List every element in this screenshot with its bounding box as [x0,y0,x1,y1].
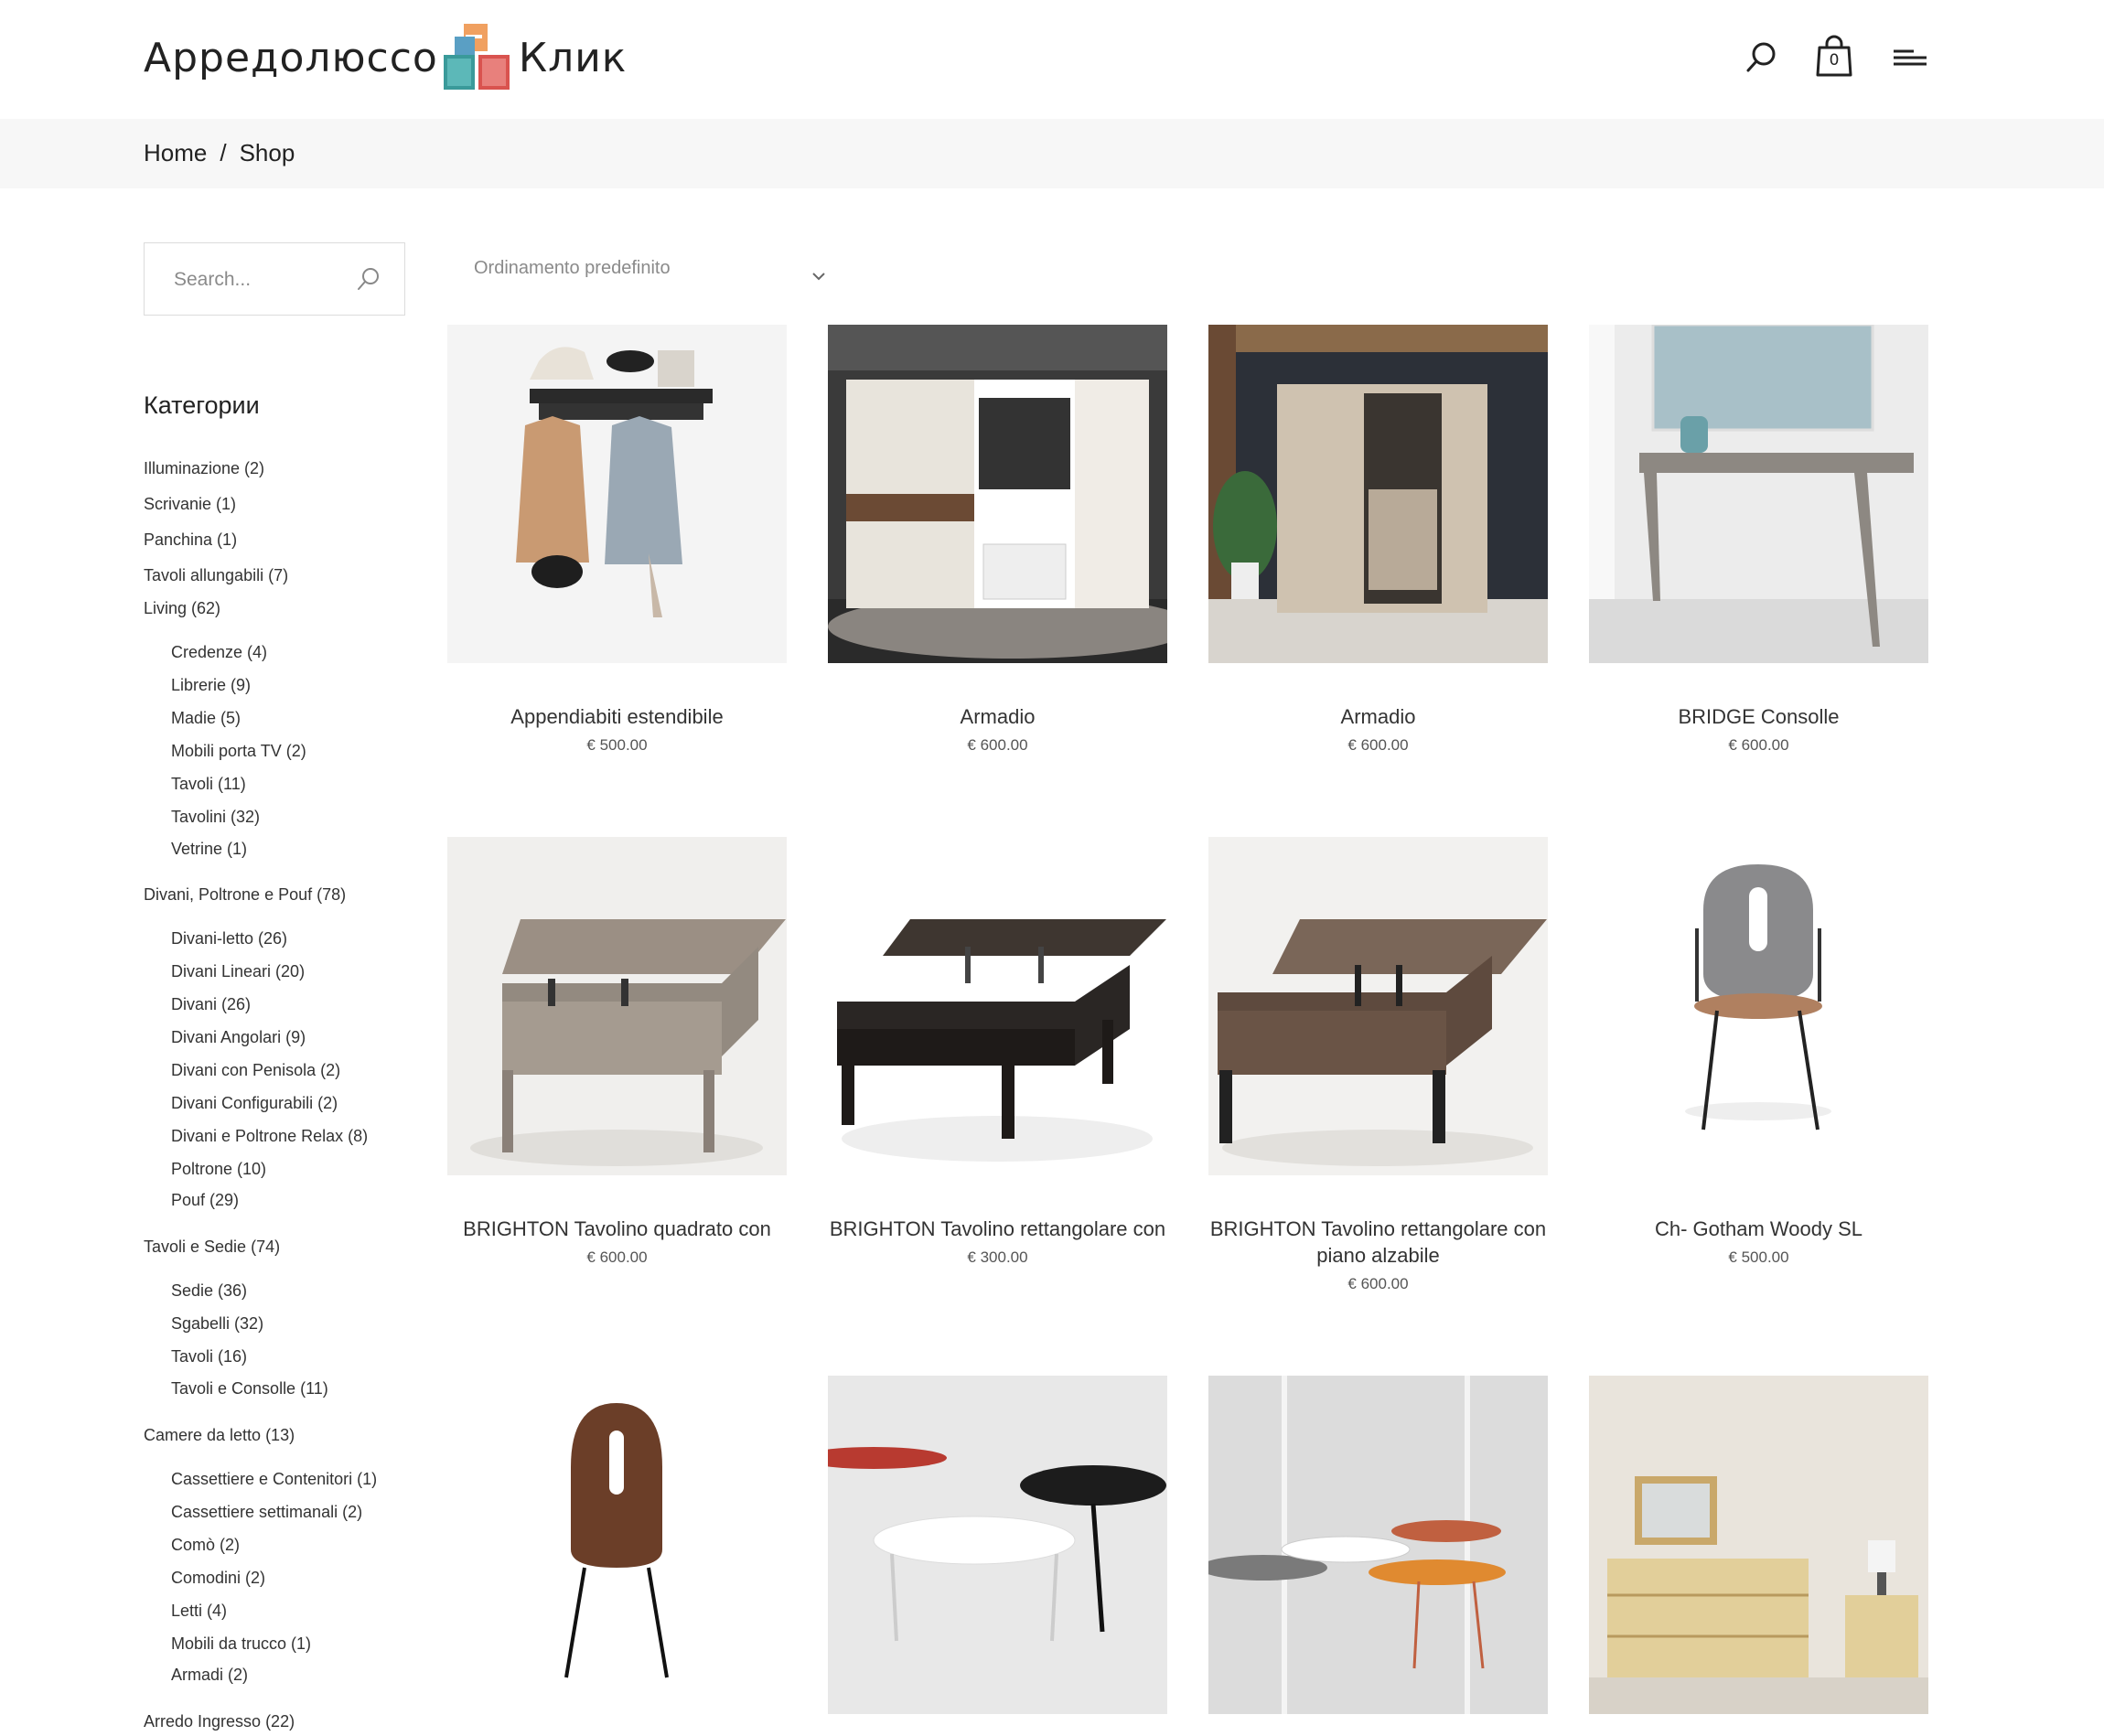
category-link[interactable]: Panchina (1) [144,530,237,550]
subcategory-link[interactable]: Divani e Poltrone Relax (8) [171,1127,368,1146]
subcategory-link[interactable]: Librerie (9) [171,676,251,695]
product-image[interactable] [1208,325,1548,663]
product-image[interactable] [828,837,1167,1175]
product-image[interactable] [828,325,1167,663]
subcategory-link[interactable]: Vetrine (1) [171,840,247,859]
subcategory-link[interactable]: Divani-letto (26) [171,929,287,948]
product-image[interactable] [447,837,787,1175]
categories-title: Категории [144,391,260,419]
product-title[interactable]: BRIDGE Consolle [1589,703,1928,730]
subcategory-link[interactable]: Divani Lineari (20) [171,962,305,981]
subcategory-link[interactable]: Comodini (2) [171,1569,265,1588]
product-card [1208,1376,1548,1714]
logo-text-right: Клик [518,34,628,81]
subcategory-link[interactable]: Poltrone (10) [171,1160,266,1179]
product-price: € 600.00 [967,736,1028,754]
breadcrumb-current: Shop [239,139,295,166]
product-search-form [144,242,405,316]
category-link[interactable]: Camere da letto (13) [144,1426,295,1445]
product-card [828,1376,1167,1714]
site-logo[interactable]: Арредолюссо Клик [144,20,627,95]
product-card: BRIDGE Consolle € 600.00 [1589,325,1928,755]
subcategory-link[interactable]: Divani con Penisola (2) [171,1061,340,1080]
product-card: Armadio € 600.00 [828,325,1167,755]
product-price: € 300.00 [967,1248,1028,1266]
breadcrumb-separator: / [220,139,227,166]
subcategory-link[interactable]: Madie (5) [171,709,241,728]
product-title[interactable]: BRIGHTON Tavolino rettangolare con piano… [1208,1216,1548,1269]
chevron-down-icon [811,265,826,286]
subcategory-link[interactable]: Divani Angolari (9) [171,1028,306,1047]
subcategory-link[interactable]: Cassettiere e Contenitori (1) [171,1470,377,1489]
logo-blocks-icon [442,22,511,93]
cart-count: 0 [1829,51,1840,70]
subcategory-link[interactable]: Tavoli (11) [171,775,246,794]
subcategory-link[interactable]: Sgabelli (32) [171,1314,263,1334]
product-card: Appendiabiti estendibile € 500.00 [447,325,787,755]
product-image[interactable] [1589,1376,1928,1714]
subcategory-link[interactable]: Divani Configurabili (2) [171,1094,338,1113]
subcategory-link[interactable]: Comò (2) [171,1536,240,1555]
product-image[interactable] [1589,325,1928,663]
subcategory-link[interactable]: Letti (4) [171,1602,227,1621]
product-image[interactable] [1208,837,1548,1175]
breadcrumb-home-link[interactable]: Home [144,139,207,167]
product-title[interactable]: Ch- Gotham Woody SL [1589,1216,1928,1242]
menu-icon[interactable] [1892,48,1928,90]
product-card: Armadio € 600.00 [1208,325,1548,755]
product-card [1589,1376,1928,1714]
product-card: Ch- Gotham Woody SL € 500.00 [1589,837,1928,1267]
site-header: Арредолюссо Клик 0 [0,0,2104,119]
subcategory-link[interactable]: Sedie (36) [171,1281,247,1301]
sort-select[interactable]: Ordinamento predefinito [474,258,826,285]
subcategory-link[interactable]: Armadi (2) [171,1666,248,1685]
product-image[interactable] [828,1376,1167,1714]
product-title[interactable]: Armadio [828,703,1167,730]
cart-icon[interactable]: 0 [1816,35,1852,77]
product-price: € 600.00 [1347,1275,1409,1292]
logo-text-left: Арредолюссо [144,34,438,81]
category-link[interactable]: Divani, Poltrone e Pouf (78) [144,885,346,905]
search-submit-icon[interactable] [355,265,382,293]
product-title[interactable]: BRIGHTON Tavolino quadrato con [447,1216,787,1242]
category-link[interactable]: Scrivanie (1) [144,495,236,514]
product-price: € 600.00 [1347,736,1409,754]
subcategory-link[interactable]: Mobili porta TV (2) [171,742,306,761]
category-link[interactable]: Living (62) [144,599,220,618]
product-card: BRIGHTON Tavolino rettangolare con € 300… [828,837,1167,1267]
category-link[interactable]: Arredo Ingresso (22) [144,1712,295,1731]
product-price: € 600.00 [1728,736,1789,754]
product-image[interactable] [447,1376,787,1714]
subcategory-link[interactable]: Tavolini (32) [171,808,260,827]
product-card: BRIGHTON Tavolino rettangolare con piano… [1208,837,1548,1293]
subcategory-link[interactable]: Cassettiere settimanali (2) [171,1503,362,1522]
product-price: € 600.00 [586,1248,648,1266]
product-image[interactable] [447,325,787,663]
product-image[interactable] [1589,837,1928,1175]
category-link[interactable]: Tavoli allungabili (7) [144,566,288,585]
breadcrumb: Home / Shop [144,139,295,167]
subcategory-link[interactable]: Tavoli e Consolle (11) [171,1379,328,1398]
product-price: € 500.00 [586,736,648,754]
search-icon[interactable] [1744,38,1780,80]
product-title[interactable]: Appendiabiti estendibile [447,703,787,730]
category-link[interactable]: Illuminazione (2) [144,459,264,478]
subcategory-link[interactable]: Pouf (29) [171,1191,239,1210]
category-link[interactable]: Tavoli e Sedie (74) [144,1238,280,1257]
search-input[interactable] [172,263,349,296]
product-card: BRIGHTON Tavolino quadrato con € 600.00 [447,837,787,1267]
subcategory-link[interactable]: Credenze (4) [171,643,267,662]
product-title[interactable]: BRIGHTON Tavolino rettangolare con [828,1216,1167,1242]
subcategory-link[interactable]: Mobili da trucco (1) [171,1634,311,1654]
subcategory-link[interactable]: Tavoli (16) [171,1347,247,1366]
product-card [447,1376,787,1714]
product-title[interactable]: Armadio [1208,703,1548,730]
product-price: € 500.00 [1728,1248,1789,1266]
breadcrumb-bar: Home / Shop [0,119,2104,188]
sort-selected-value: Ordinamento predefinito [474,258,671,278]
product-image[interactable] [1208,1376,1548,1714]
subcategory-link[interactable]: Divani (26) [171,995,251,1014]
